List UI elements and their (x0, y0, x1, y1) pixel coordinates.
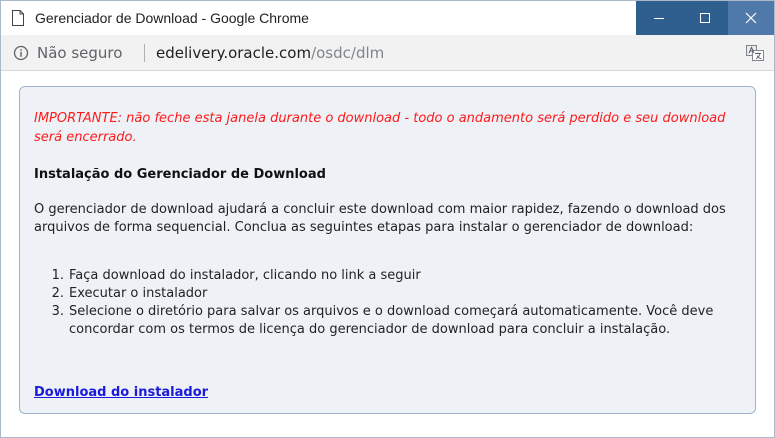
download-manager-panel: IMPORTANTE: não feche esta janela durant… (19, 86, 756, 414)
close-button[interactable] (728, 1, 774, 35)
translate-icon[interactable] (746, 45, 764, 61)
warning-message: IMPORTANTE: não feche esta janela durant… (34, 111, 726, 145)
url-text[interactable]: edelivery.oracle.com/osdc/dlm (156, 44, 384, 62)
installation-steps: 1. Faça download do instalador, clicando… (34, 267, 744, 339)
url-host: edelivery.oracle.com (156, 44, 312, 62)
step-number: 2. (51, 286, 64, 301)
minimize-icon (653, 12, 665, 24)
step-item: 3. Selecione o diretório para salvar os … (34, 303, 744, 339)
browser-window: Gerenciador de Download - Google Chrome (0, 0, 775, 438)
step-item: 1. Faça download do instalador, clicando… (34, 267, 744, 285)
step-text: Executar o instalador (69, 286, 208, 301)
step-number: 1. (51, 268, 64, 283)
step-text: Selecione o diretório para salvar os arq… (69, 304, 714, 337)
window-title: Gerenciador de Download - Google Chrome (35, 10, 309, 26)
intro-text: O gerenciador de download ajudará a conc… (34, 202, 726, 235)
minimize-button[interactable] (636, 1, 682, 35)
maximize-button[interactable] (682, 1, 728, 35)
close-icon (745, 12, 757, 24)
window-controls (636, 1, 774, 35)
title-bar[interactable]: Gerenciador de Download - Google Chrome (1, 1, 774, 35)
step-text: Faça download do instalador, clicando no… (69, 268, 421, 283)
address-bar[interactable]: Não seguro edelivery.oracle.com/osdc/dlm (1, 35, 774, 71)
url-path: /osdc/dlm (311, 44, 385, 62)
page-content: IMPORTANTE: não feche esta janela durant… (1, 72, 774, 437)
section-title: Instalação do Gerenciador de Download (34, 167, 326, 182)
maximize-icon (699, 12, 711, 24)
info-icon[interactable] (13, 45, 29, 61)
step-item: 2. Executar o instalador (34, 285, 744, 303)
page-icon (11, 10, 25, 26)
download-installer-link[interactable]: Download do instalador (34, 385, 208, 400)
address-separator (144, 44, 145, 62)
step-number: 3. (51, 304, 64, 319)
security-label[interactable]: Não seguro (37, 44, 122, 62)
